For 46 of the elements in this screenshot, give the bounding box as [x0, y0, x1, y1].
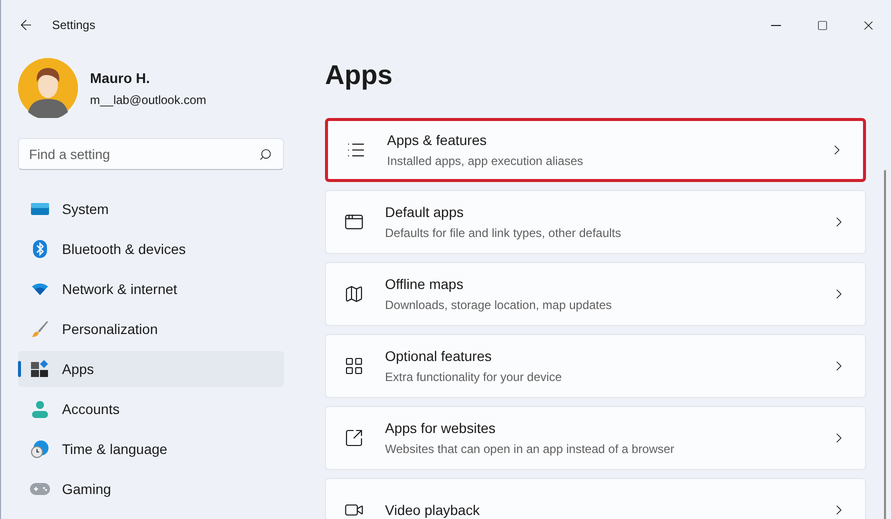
nav-item[interactable]: Network & internet	[18, 271, 284, 307]
search-icon	[259, 148, 272, 161]
profile-email: m__lab@outlook.com	[90, 92, 206, 108]
settings-card[interactable]: Apps for websites Websites that can open in an app instead of a browser	[325, 406, 866, 470]
nav-item[interactable]: Gaming	[18, 471, 284, 507]
card-title: Apps for websites	[385, 419, 496, 438]
settings-card[interactable]: Default apps Defaults for file and link types, other defaults	[325, 190, 866, 254]
map-icon	[344, 284, 364, 304]
card-title: Offline maps	[385, 275, 464, 294]
avatar-icon	[18, 58, 78, 118]
card-title: Video playback	[385, 500, 480, 519]
nav-item[interactable]: Apps	[18, 351, 284, 387]
settings-card[interactable]: Video playback	[325, 478, 866, 519]
card-subtitle: Defaults for file and link types, other defaults	[385, 225, 622, 242]
gamepad-icon	[30, 482, 50, 496]
profile-name: Mauro H.	[90, 68, 151, 88]
card-subtitle: Extra functionality for your device	[385, 369, 562, 386]
paintbrush-icon	[30, 320, 50, 338]
card-subtitle: Websites that can open in an app instead of a browser	[385, 441, 674, 458]
monitor-icon	[30, 202, 50, 216]
nav-item[interactable]: Time & language	[18, 431, 284, 467]
minimize-icon	[771, 24, 781, 26]
card-title: Default apps	[385, 203, 465, 222]
person-icon	[30, 400, 50, 418]
wifi-icon	[30, 282, 50, 296]
nav-item[interactable]: Accounts	[18, 391, 284, 427]
maximize-icon	[816, 20, 828, 30]
selection-indicator	[18, 361, 21, 377]
window-arrow-icon	[344, 428, 364, 448]
apps-icon	[30, 360, 50, 378]
window-title: Settings	[52, 17, 96, 34]
card-subtitle: Installed apps, app execution aliases	[387, 153, 584, 170]
page-title: Apps	[325, 59, 394, 92]
settings-card[interactable]: Apps & features Installed apps, app execution aliases	[325, 118, 866, 182]
card-title: Optional features	[385, 347, 493, 366]
nav-item[interactable]: System	[18, 191, 284, 227]
bluetooth-icon	[30, 240, 50, 258]
globe-clock-icon	[30, 440, 50, 458]
nav-item[interactable]: Personalization	[18, 311, 284, 347]
settings-card[interactable]: Optional features Extra functionality for your device	[325, 334, 866, 398]
search-field[interactable]: Find a setting	[18, 138, 284, 170]
settings-card[interactable]: Offline maps Downloads, storage location, map updates	[325, 262, 866, 326]
card-subtitle: Downloads, storage location, map updates	[385, 297, 612, 314]
nav-item[interactable]: Bluetooth & devices	[18, 231, 284, 267]
scrollbar[interactable]	[884, 170, 886, 519]
card-title: Apps & features	[387, 131, 488, 150]
